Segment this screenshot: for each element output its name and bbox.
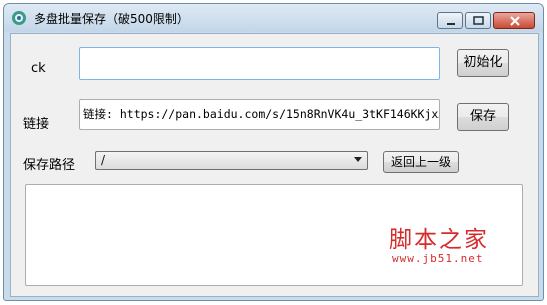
client-area: ck 初始化 链接 链接: https://pan.baidu.com/s/15…: [10, 33, 539, 297]
chevron-down-icon: [354, 157, 362, 162]
ck-label: ck: [31, 61, 46, 76]
save-button[interactable]: 保存: [457, 103, 509, 131]
init-button[interactable]: 初始化: [457, 49, 509, 77]
close-icon: [510, 16, 520, 26]
app-icon: [12, 11, 26, 25]
window-title: 多盘批量保存（破500限制）: [34, 12, 189, 26]
save-path-value: /: [101, 153, 106, 167]
link-label: 链接: [23, 117, 50, 132]
link-input-value: 链接: https://pan.baidu.com/s/15n8RnVK4u_3…: [83, 107, 439, 121]
app-window: 多盘批量保存（破500限制） ck 初始化 链接 链接: https://pan…: [3, 3, 544, 301]
close-button[interactable]: [493, 12, 535, 29]
maximize-icon: [473, 16, 484, 25]
go-up-button[interactable]: 返回上一级: [383, 151, 459, 173]
watermark-url: www.jb51.net: [392, 252, 484, 265]
maximize-button[interactable]: [465, 12, 491, 29]
title-bar[interactable]: 多盘批量保存（破500限制）: [4, 4, 543, 32]
minimize-button[interactable]: [437, 12, 463, 29]
ck-input[interactable]: [79, 47, 440, 80]
watermark-text: 脚本之家: [389, 227, 489, 253]
minimize-icon: [447, 23, 455, 25]
save-path-label: 保存路径: [23, 158, 76, 173]
link-input[interactable]: 链接: https://pan.baidu.com/s/15n8RnVK4u_3…: [79, 99, 440, 130]
save-path-select[interactable]: /: [95, 151, 368, 170]
